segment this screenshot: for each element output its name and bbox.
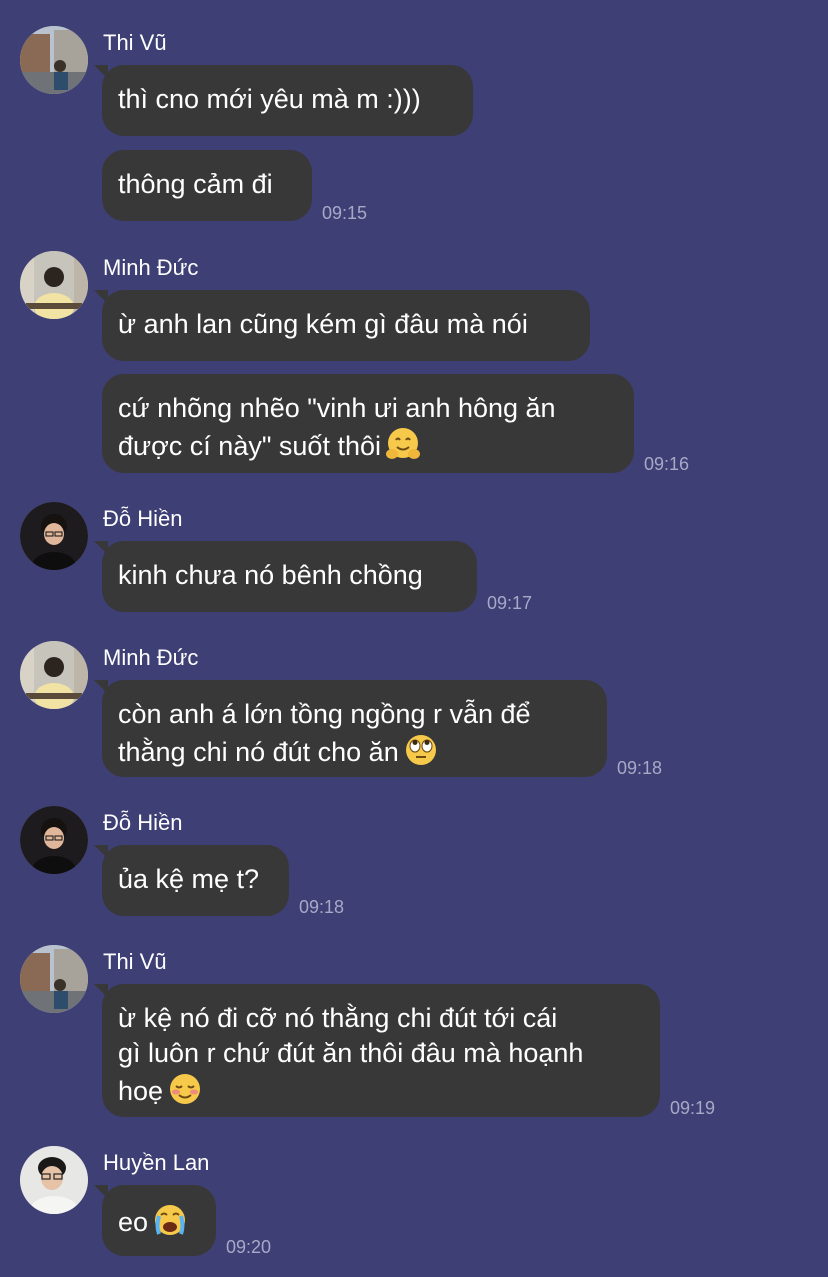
message-text: cứ nhõng nhẽo "vinh ưi anh hông ăn [118,393,556,423]
message-bubble[interactable]: ừ anh lan cũng kém gì đâu mà nói [94,290,590,361]
message-text: ủa kệ mẹ t? [118,864,260,894]
message-bubble[interactable]: thì cno mới yêu mà m :))) [94,65,473,136]
message-bubble[interactable]: ủa kệ mẹ t? [94,845,289,916]
avatar-minh-duc[interactable] [20,641,88,709]
sender-name: Thi Vũ [103,30,167,55]
message-timestamp: 09:17 [487,593,533,613]
message-timestamp: 09:15 [322,203,368,223]
avatar-huyen-lan[interactable] [20,1146,88,1214]
message-timestamp: 09:20 [226,1237,272,1257]
message-text: được cí này" suốt thôi [118,431,381,461]
sender-name: Thi Vũ [103,949,167,974]
sender-name: Đỗ Hiền [103,810,183,835]
message-text: gì luôn r chứ đút ăn thôi đâu mà hoạnh [118,1038,584,1068]
message-text: thông cảm đi [118,169,273,199]
message-timestamp: 09:16 [644,454,690,474]
smiling-blush-emoji [170,1074,201,1104]
message-text-row: hoẹ [118,1071,644,1109]
message-bubble[interactable]: thông cảm đi [102,150,312,221]
eye-roll-emoji [405,735,436,765]
message-text: kinh chưa nó bênh chồng [118,560,423,590]
message-text: thằng chi nó đút cho ăn [118,737,399,767]
loudly-crying-emoji [155,1205,186,1235]
message-text-row: được cí này" suốt thôi [118,426,618,464]
message-text: hoẹ [118,1076,164,1106]
message-text-row: eo [118,1202,200,1240]
avatar-minh-duc[interactable] [20,251,88,319]
message-text: còn anh á lớn tồng ngồng r vẫn để [118,699,531,729]
chat-window: Thi Vũ thì cno mới yêu mà m :))) thông c… [0,0,828,1277]
sender-name: Đỗ Hiền [103,506,183,531]
message-text: thì cno mới yêu mà m :))) [118,84,421,114]
avatar-thi-vu[interactable] [20,945,88,1013]
sender-name: Huyền Lan [103,1150,210,1175]
sender-name: Minh Đức [103,255,199,280]
message-bubble[interactable]: kinh chưa nó bênh chồng [94,541,477,612]
message-text-row: thằng chi nó đút cho ăn [118,732,591,770]
message-bubble[interactable]: ừ kệ nó đi cỡ nó thằng chi đút tới cái g… [94,984,660,1117]
avatar-thi-vu[interactable] [20,26,88,94]
message-text: eo [118,1207,149,1237]
avatar-do-hien[interactable] [20,502,88,570]
sender-name: Minh Đức [103,645,199,670]
hugging-face-emoji [386,428,420,459]
avatar-do-hien[interactable] [20,806,88,874]
message-bubble[interactable]: cứ nhõng nhẽo "vinh ưi anh hông ăn được … [102,374,634,473]
message-timestamp: 09:19 [670,1098,716,1118]
message-text: ừ kệ nó đi cỡ nó thằng chi đút tới cái [118,1003,558,1033]
message-timestamp: 09:18 [299,897,345,917]
message-timestamp: 09:18 [617,758,663,778]
message-text: ừ anh lan cũng kém gì đâu mà nói [118,309,528,339]
message-bubble[interactable]: eo [94,1185,216,1256]
message-bubble[interactable]: còn anh á lớn tồng ngồng r vẫn để thằng … [94,680,607,777]
